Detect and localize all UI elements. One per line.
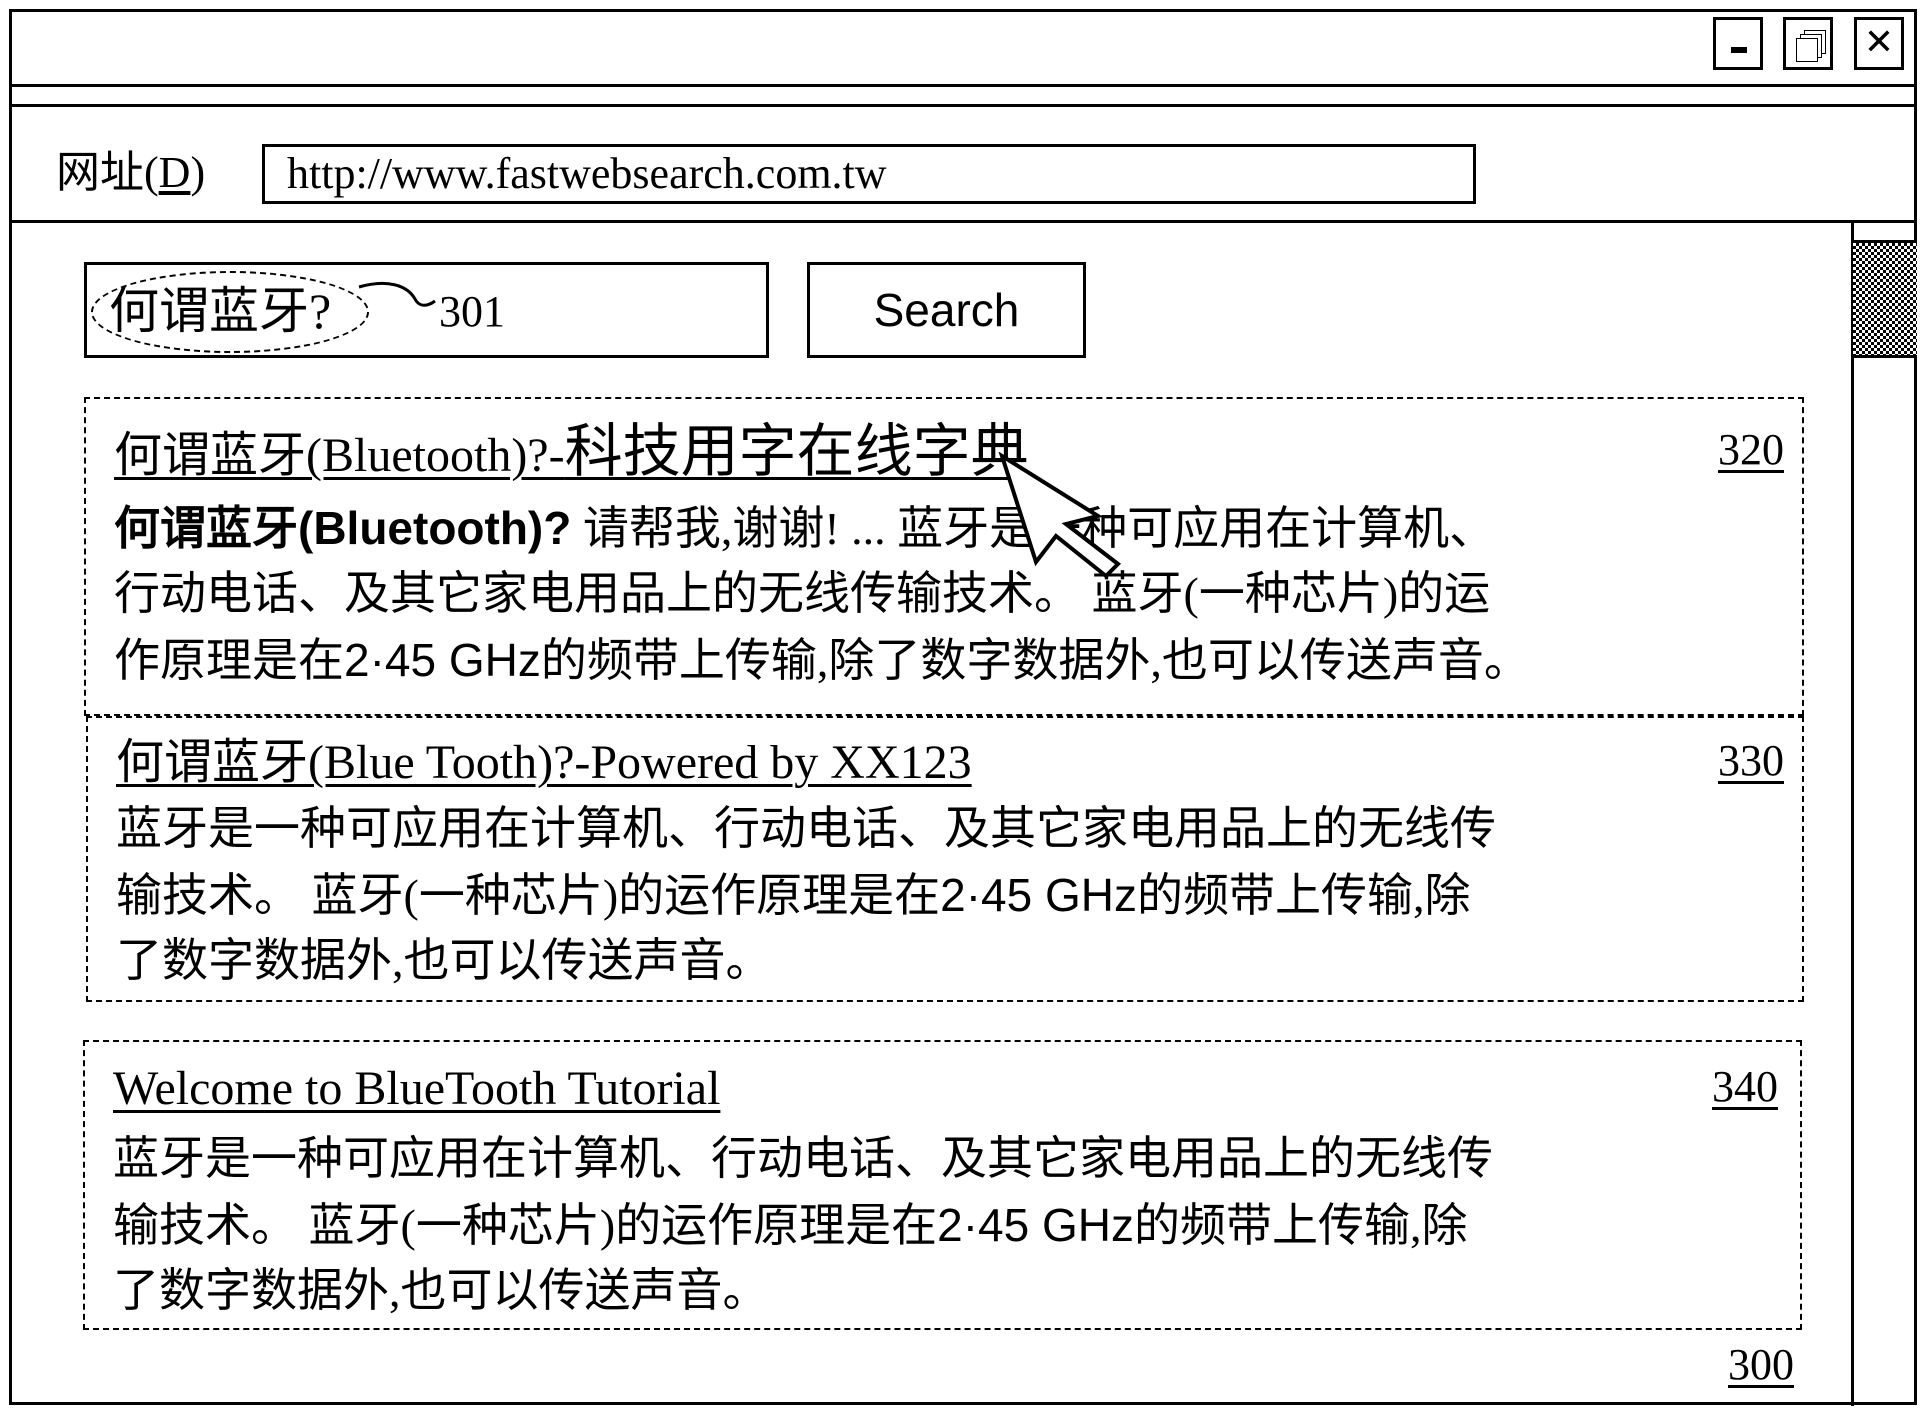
title-bar-divider	[9, 84, 1917, 87]
result-snippet: 蓝牙是一种可应用在计算机、行动电话、及其它家电用品上的无线传 输技术。 蓝牙(一…	[113, 1133, 1493, 1316]
result-ref-label: 330	[1718, 736, 1784, 785]
result-ref-label: 320	[1718, 425, 1784, 474]
restore-button[interactable]	[1783, 17, 1833, 70]
address-bar-divider	[9, 220, 1917, 223]
scrollbar-thumb[interactable]	[1853, 240, 1917, 358]
minimize-button[interactable]	[1713, 17, 1763, 70]
result-snippet: 何谓蓝牙(Bluetooth)? 请帮我,谢谢! ... 蓝牙是一种可应用在计算…	[114, 502, 1530, 686]
search-input[interactable]: 何谓蓝牙? 301	[84, 262, 769, 358]
page-ref-label: 300	[1728, 1340, 1794, 1389]
menu-bar-divider	[9, 104, 1917, 107]
result-snippet: 蓝牙是一种可应用在计算机、行动电话、及其它家电用品上的无线传 输技术。 蓝牙(一…	[116, 803, 1496, 986]
search-button[interactable]: Search	[807, 262, 1086, 358]
result-title-link[interactable]: 何谓蓝牙(Bluetooth)?-科技用字在线字典	[114, 423, 1029, 483]
close-button[interactable]: ✕	[1854, 17, 1904, 70]
close-icon: ✕	[1863, 22, 1895, 63]
minimize-icon	[1731, 47, 1747, 53]
search-result-330: 何谓蓝牙(Blue Tooth)?-Powered by XX123 330 蓝…	[86, 716, 1804, 1002]
search-result-340: Welcome to BlueTooth Tutorial 340 蓝牙是一种可…	[83, 1040, 1802, 1330]
result-ref-label: 340	[1712, 1062, 1778, 1111]
address-accelerator-key: D	[158, 148, 191, 197]
result-title-link[interactable]: Welcome to BlueTooth Tutorial	[113, 1062, 720, 1116]
mouse-pointer-icon	[998, 452, 1122, 579]
callout-leader-line	[358, 281, 436, 307]
url-input[interactable]: http://www.fastwebsearch.com.tw	[262, 144, 1476, 204]
search-query-text: 何谓蓝牙?	[109, 283, 332, 339]
scrollbar-track[interactable]	[1851, 222, 1854, 1406]
search-result-320: 何谓蓝牙(Bluetooth)?-科技用字在线字典 320 何谓蓝牙(Bluet…	[84, 397, 1804, 716]
result-title-link[interactable]: 何谓蓝牙(Blue Tooth)?-Powered by XX123	[116, 736, 972, 790]
callout-ref-301: 301	[439, 287, 505, 336]
address-label: 网址(D)	[56, 148, 206, 197]
